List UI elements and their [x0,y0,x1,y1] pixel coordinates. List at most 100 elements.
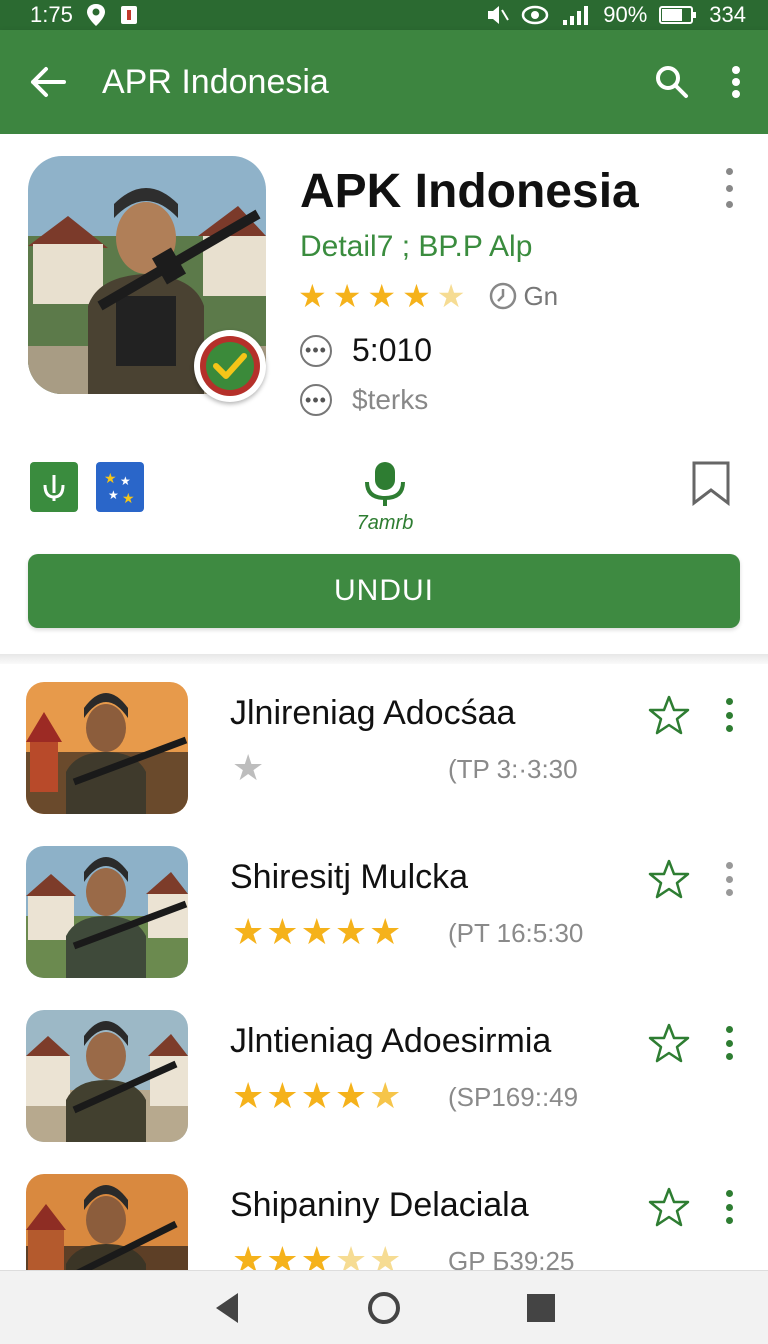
clock-icon [490,282,517,310]
list-item-rating: ★ [232,750,264,786]
svg-text:★: ★ [108,488,119,502]
location-icon [86,4,105,26]
meta-row-size: ••• 5:010 [300,332,432,369]
star-icon: ★ [300,911,333,952]
list-item-timestamp: (SP169::49 [448,1082,579,1112]
notification-icon [120,6,137,24]
favorite-star-icon[interactable] [648,694,690,736]
soldier-sunset-image [26,682,188,814]
star-icon: ★ [334,1075,368,1116]
soldier-village-image [26,846,188,978]
star-icon: ★ [266,1075,299,1116]
list-item-menu-button[interactable] [722,1190,736,1224]
star-icon: ★ [232,911,265,952]
signal-icon [563,6,589,25]
svg-text:★: ★ [120,474,131,488]
list-item-rating: ★ ★ ★ ★ ★ [232,1239,402,1271]
star-icon: ★ [402,278,431,314]
list-item-title: Jlnireniag Adocśaa [230,694,516,732]
star-icon: ★ [232,1239,265,1271]
star-icon: ★ [300,1075,333,1116]
list-item-rating: ★ ★ ★ ★ ★ [232,1078,401,1114]
star-icon: ★ [369,1239,402,1271]
star-icon: ★ [369,1075,402,1116]
list-item-menu-button[interactable] [722,698,736,732]
list-item[interactable]: Shiresitj Mulcka ★ ★ ★ ★ ★ (PT 16:5:30 [0,828,768,992]
app-rating: ★ ★ ★ ★ ★ Gn [298,280,558,312]
status-extra: 334 [709,2,746,27]
list-item-title: Jlntieniag Adoesirmia [230,1022,552,1060]
star-icon: ★ [300,1239,333,1271]
star-icon: ★ [332,278,362,314]
stars-app-button[interactable]: ★ ★ ★ ★ [96,462,144,512]
favorite-star-icon[interactable] [648,858,690,900]
more-horiz-icon: ••• [300,334,332,367]
favorite-star-icon[interactable] [648,1022,690,1064]
star-half-icon: ★ [334,1239,368,1271]
status-time: 1:75 [30,2,73,27]
app-overflow-button[interactable] [714,168,744,208]
soldier-street-image [26,1010,188,1142]
list-item-timestamp: GP Б39:25 [448,1246,575,1270]
list-item[interactable]: Jlntieniag Adoesirmia ★ ★ ★ ★ ★ (SP169::… [0,992,768,1156]
verified-badge [194,330,266,402]
list-item[interactable]: Jlnireniag Adocśaa ★ (TP 3:·3:30 [0,664,768,828]
rating-extra-text: Gn [523,280,559,311]
star-half-icon: ★ [436,278,466,314]
list-thumbnail [26,1174,188,1270]
app-name: APK Indonesia [300,165,639,218]
star-icon: ★ [369,911,402,952]
list-thumbnail [26,682,188,814]
star-icon: ★ [266,911,299,952]
bookmark-icon [692,461,730,507]
battery-icon [659,6,697,24]
app-subtitle: Detail7 ; BP.P Alp [300,230,533,263]
list-item-title: Shipaniny Delaciala [230,1186,529,1224]
list-item-timestamp: (TP 3:·3:30 [448,754,578,784]
more-horiz-icon: ••• [300,384,332,416]
list-item-title: Shiresitj Mulcka [230,858,469,896]
nav-back-icon[interactable] [212,1291,242,1325]
app-detail-header: APK Indonesia Detail7 ; BP.P Alp ★ ★ ★ ★… [0,134,768,654]
voice-label: 7amrb [356,512,414,534]
mute-icon [488,6,510,24]
list-thumbnail [26,846,188,978]
nav-recents-icon[interactable] [526,1293,556,1323]
search-icon [656,66,688,98]
nav-home-icon[interactable] [366,1290,402,1326]
arrow-left-icon [31,67,66,97]
app-bar-title: APR Indonesia [102,62,329,101]
svg-text:★: ★ [122,490,135,506]
more-vert-icon [732,66,740,98]
system-nav-bar [0,1270,768,1344]
meta-row-tags: ••• $terks [300,384,428,416]
star-icon: ★ [334,911,368,952]
voice-button[interactable]: 7amrb [350,460,420,535]
app-bar: APR Indonesia [0,30,768,134]
list-item-menu-button[interactable] [722,1026,736,1060]
search-button[interactable] [640,30,704,134]
install-arrow-button[interactable] [30,462,78,512]
meta-tags: $terks [352,384,429,415]
list-item-menu-button[interactable] [722,862,736,896]
list-item-rating: ★ ★ ★ ★ ★ [232,914,401,950]
related-apps-list: Jlnireniag Adocśaa ★ (TP 3:·3:30 Shiresi… [0,664,768,1270]
download-arrow-icon [43,475,65,501]
star-icon: ★ [266,1239,299,1271]
bookmark-button[interactable] [690,460,732,511]
check-circle-icon [200,336,260,396]
section-divider [0,654,768,664]
star-icon: ★ [232,747,265,788]
star-icon: ★ [298,278,327,314]
star-icon: ★ [367,278,397,314]
rating-extra: Gn [489,281,558,312]
download-button[interactable]: UNDUI [28,554,740,628]
favorite-star-icon[interactable] [648,1186,690,1228]
overflow-menu-button[interactable] [704,30,768,134]
list-item[interactable]: Shipaniny Delaciala ★ ★ ★ ★ ★ GP Б39:25 [0,1156,768,1270]
microphone-icon [365,462,405,506]
svg-text:★: ★ [104,470,117,486]
sparkle-stars-icon: ★ ★★ ★ [104,470,135,506]
back-button[interactable] [0,30,96,134]
eye-icon [521,5,549,25]
